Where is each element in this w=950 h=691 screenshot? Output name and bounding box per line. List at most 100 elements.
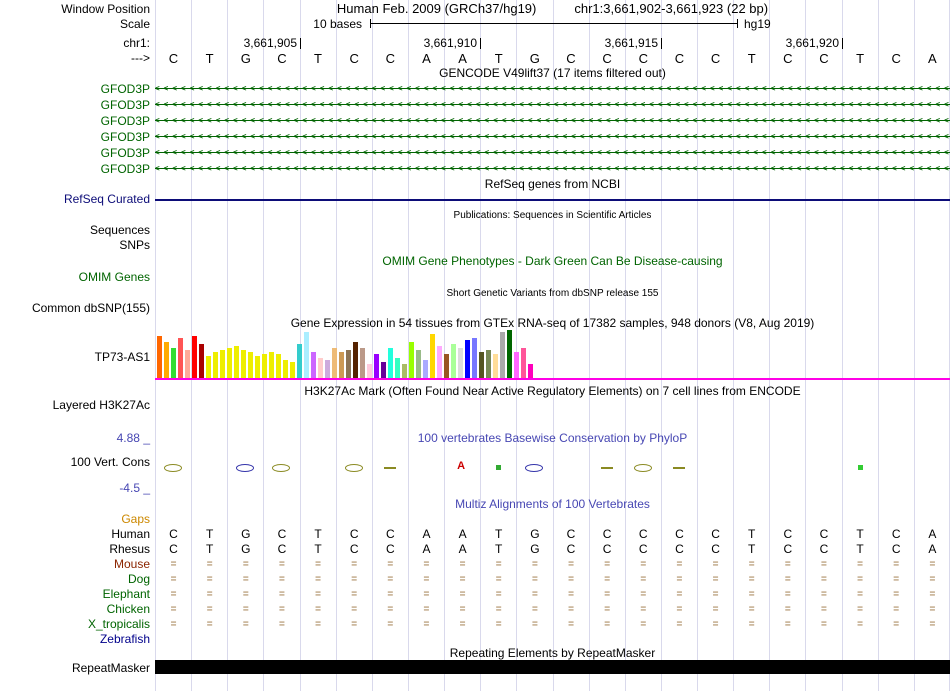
gencode-gene-label[interactable]: GFOD3P: [0, 98, 150, 112]
repeatmasker-bar[interactable]: [155, 660, 950, 674]
gtex-expression-bar[interactable]: [444, 354, 449, 378]
gtex-expression-bar[interactable]: [178, 338, 183, 378]
layered-h3k27ac-label[interactable]: Layered H3K27Ac: [0, 398, 150, 412]
alignment-base: C: [385, 542, 395, 556]
gencode-track-title: GENCODE V49lift37 (17 items filtered out…: [439, 66, 666, 80]
gtex-expression-bar[interactable]: [521, 348, 526, 378]
unaligned-double-mark: =: [387, 589, 394, 600]
gtex-expression-bar[interactable]: [381, 362, 386, 378]
unaligned-double-mark: =: [784, 574, 791, 585]
unaligned-double-mark: =: [676, 589, 683, 600]
gtex-expression-bar[interactable]: [493, 354, 498, 378]
gtex-expression-bar[interactable]: [248, 352, 253, 378]
gtex-expression-bar[interactable]: [409, 342, 414, 378]
sequence-base: T: [856, 51, 865, 66]
gtex-expression-bar[interactable]: [458, 348, 463, 378]
sequences-track-label[interactable]: Sequences: [0, 223, 150, 237]
gencode-gene-row[interactable]: <<<<<<<<<<<<<<<<<<<<<<<<<<<<<<<<<<<<<<<<…: [155, 145, 950, 159]
unaligned-double-mark: =: [495, 589, 502, 600]
multiz-species-label[interactable]: Gaps: [0, 512, 150, 526]
gencode-gene-row[interactable]: <<<<<<<<<<<<<<<<<<<<<<<<<<<<<<<<<<<<<<<<…: [155, 97, 950, 111]
gtex-expression-bar[interactable]: [192, 336, 197, 378]
gtex-expression-bar[interactable]: [262, 354, 267, 378]
gtex-expression-bar[interactable]: [360, 348, 365, 378]
gtex-expression-bar[interactable]: [185, 350, 190, 378]
gtex-expression-bar[interactable]: [241, 350, 246, 378]
gencode-gene-label[interactable]: GFOD3P: [0, 130, 150, 144]
gencode-gene-label[interactable]: GFOD3P: [0, 114, 150, 128]
gtex-expression-bar[interactable]: [514, 352, 519, 378]
gtex-expression-bar[interactable]: [234, 346, 239, 378]
gtex-expression-bar[interactable]: [430, 334, 435, 378]
refseq-gene-line[interactable]: [155, 199, 950, 201]
multiz-species-label[interactable]: Human: [0, 527, 150, 541]
unaligned-double-mark: =: [821, 589, 827, 600]
gtex-expression-bar[interactable]: [472, 338, 477, 378]
gtex-expression-bar[interactable]: [304, 332, 309, 378]
gtex-expression-bar[interactable]: [388, 348, 393, 378]
gencode-gene-label[interactable]: GFOD3P: [0, 146, 150, 160]
gtex-expression-bar[interactable]: [416, 350, 421, 378]
gtex-expression-bar[interactable]: [290, 362, 295, 378]
gtex-expression-bar[interactable]: [332, 348, 337, 378]
gtex-expression-bar[interactable]: [353, 342, 358, 378]
gtex-expression-bar[interactable]: [367, 364, 372, 378]
multiz-species-label[interactable]: X_tropicalis: [0, 617, 150, 631]
multiz-species-label[interactable]: Chicken: [0, 602, 150, 616]
gtex-expression-bar[interactable]: [528, 364, 533, 378]
unaligned-double-mark: =: [387, 604, 394, 615]
gencode-gene-row[interactable]: <<<<<<<<<<<<<<<<<<<<<<<<<<<<<<<<<<<<<<<<…: [155, 161, 950, 175]
gencode-gene-row[interactable]: <<<<<<<<<<<<<<<<<<<<<<<<<<<<<<<<<<<<<<<<…: [155, 129, 950, 143]
gtex-expression-bar[interactable]: [297, 344, 302, 378]
gencode-gene-row[interactable]: <<<<<<<<<<<<<<<<<<<<<<<<<<<<<<<<<<<<<<<<…: [155, 113, 950, 127]
alignment-base: G: [530, 542, 540, 556]
gtex-expression-bar[interactable]: [395, 358, 400, 378]
gtex-expression-bar[interactable]: [374, 354, 379, 378]
multiz-species-label[interactable]: Rhesus: [0, 542, 150, 556]
multiz-species-label[interactable]: Mouse: [0, 557, 150, 571]
multiz-species-label[interactable]: Zebrafish: [0, 632, 150, 646]
vert-cons-label[interactable]: 100 Vert. Cons: [0, 455, 150, 469]
gtex-expression-bar[interactable]: [206, 356, 211, 378]
gtex-expression-bar[interactable]: [346, 350, 351, 378]
gtex-expression-bar[interactable]: [402, 364, 407, 378]
gtex-expression-bar[interactable]: [451, 344, 456, 378]
gtex-expression-bar[interactable]: [479, 352, 484, 378]
gencode-gene-row[interactable]: <<<<<<<<<<<<<<<<<<<<<<<<<<<<<<<<<<<<<<<<…: [155, 81, 950, 95]
refseq-curated-label[interactable]: RefSeq Curated: [0, 192, 150, 206]
gtex-expression-bar[interactable]: [500, 332, 505, 378]
gtex-expression-bar[interactable]: [318, 358, 323, 378]
gtex-expression-bar[interactable]: [269, 352, 274, 378]
genome-browser-tracks-image[interactable]: Window Position Human Feb. 2009 (GRCh37/…: [0, 0, 950, 691]
gencode-gene-label[interactable]: GFOD3P: [0, 162, 150, 176]
sequence-base: C: [349, 51, 359, 66]
omim-genes-label[interactable]: OMIM Genes: [0, 270, 150, 284]
gtex-expression-bar[interactable]: [213, 352, 218, 378]
unaligned-double-mark: =: [495, 559, 502, 570]
common-dbsnp-label[interactable]: Common dbSNP(155): [0, 301, 150, 315]
gencode-gene-label[interactable]: GFOD3P: [0, 82, 150, 96]
gtex-expression-bar[interactable]: [325, 360, 330, 378]
gtex-expression-bar[interactable]: [465, 340, 470, 378]
multiz-species-label[interactable]: Dog: [0, 572, 150, 586]
gtex-gene-label[interactable]: TP73-AS1: [0, 350, 150, 364]
repeatmasker-label[interactable]: RepeatMasker: [0, 661, 150, 675]
gtex-expression-bar[interactable]: [437, 346, 442, 378]
gtex-expression-bar[interactable]: [171, 348, 176, 378]
gtex-expression-bar[interactable]: [157, 336, 162, 378]
gtex-expression-bar[interactable]: [220, 350, 225, 378]
multiz-species-label[interactable]: Elephant: [0, 587, 150, 601]
gtex-expression-bar[interactable]: [199, 344, 204, 378]
gtex-expression-bar[interactable]: [283, 360, 288, 378]
gtex-expression-bar[interactable]: [227, 348, 232, 378]
snps-track-label[interactable]: SNPs: [0, 238, 150, 252]
alignment-base: C: [638, 542, 648, 556]
gtex-expression-bar[interactable]: [164, 342, 169, 378]
gtex-expression-bar[interactable]: [423, 360, 428, 378]
gtex-expression-bar[interactable]: [507, 330, 512, 378]
gtex-expression-bar[interactable]: [486, 350, 491, 378]
gtex-expression-bar[interactable]: [255, 356, 260, 378]
gtex-expression-bar[interactable]: [339, 352, 344, 378]
gtex-expression-bar[interactable]: [276, 354, 281, 378]
gtex-expression-bar[interactable]: [311, 352, 316, 378]
